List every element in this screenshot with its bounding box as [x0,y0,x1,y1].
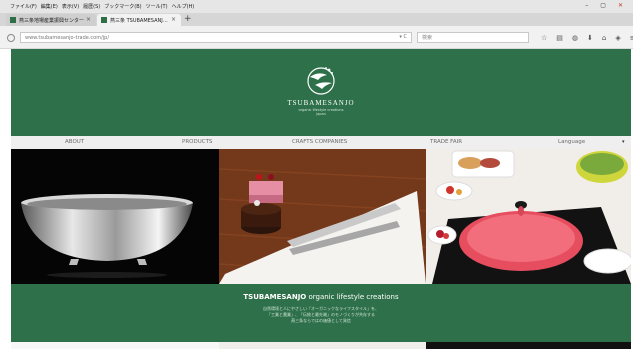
reload-icon[interactable]: ▾ C [399,34,407,40]
caption-line: 燕三条ならではの価値として発信 [291,318,351,323]
tab-close-icon[interactable]: × [171,16,176,23]
menu-edit[interactable]: 編集(E) [41,3,58,10]
navigation-bar: www.tsubamesanjo-trade.com/jp/ ▾ C 検索 ☆ … [0,26,633,49]
minimize-button[interactable]: – [585,2,588,9]
new-tab-button[interactable]: + [184,14,192,25]
language-select[interactable]: Language [558,139,585,145]
maximize-button[interactable]: ▢ [600,2,606,9]
menu-help[interactable]: ヘルプ(H) [172,3,195,10]
menu-bar: ファイル(F) 編集(E) 表示(V) 履歴(S) ブックマーク(B) ツール(… [0,0,633,13]
caption-body: 自然環境と人にやさしい「オーガニックなライフスタイル」を、 「工業と農業」、「伝… [11,306,631,324]
menu-file[interactable]: ファイル(F) [10,3,37,10]
tab-bar: 燕三条地場産業振興センター × 燕三条 TSUBAMESANJ… × + [0,13,633,26]
star-icon[interactable]: ☆ [541,34,547,42]
search-placeholder: 検索 [422,35,433,41]
back-button[interactable] [7,34,15,42]
toolbar-icons: ☆ ▤ ◍ ⬇ ⌂ ◈ ≡ [541,34,633,42]
webpage: TSUBAMESANJO organic lifestyle creations… [11,49,631,349]
pocket-icon[interactable]: ◍ [572,34,578,42]
tab-favicon-icon [10,17,16,23]
caption-title: TSUBAMESANJO organic lifestyle creations [11,293,631,301]
brand-place: japan [316,112,326,116]
menu-history[interactable]: 履歴(S) [83,3,100,10]
photo-stainless-bowl[interactable] [11,149,219,284]
close-window-button[interactable]: ✕ [618,2,623,9]
menu-view[interactable]: 表示(V) [62,3,79,10]
nav-products[interactable]: PRODUCTS [182,139,212,145]
site-navigation: ABOUT PRODUCTS CRAFTS COMPANIES TRADE FA… [11,136,631,149]
caption-title-rest: organic lifestyle creations [306,293,399,301]
tab-tsubamesanjo[interactable]: 燕三条 TSUBAMESANJ… × [97,14,181,26]
next-photo-1[interactable] [11,342,219,349]
window-controls: – ▢ ✕ [585,2,627,9]
tab-label: 燕三条 TSUBAMESANJ… [110,17,168,24]
url-text: www.tsubamesanjo-trade.com/jp/ [25,34,110,41]
nav-crafts-companies[interactable]: CRAFTS COMPANIES [292,139,347,145]
nav-trade-fair[interactable]: TRADE FAIR [430,139,462,145]
home-icon[interactable]: ⌂ [602,34,606,42]
menu-bookmarks[interactable]: ブックマーク(B) [104,3,141,10]
hero-caption: TSUBAMESANJO organic lifestyle creations… [11,284,631,342]
caption-title-brand: TSUBAMESANJO [243,293,307,301]
photo-desserts-tongs[interactable] [219,149,426,284]
nav-about[interactable]: ABOUT [65,139,84,145]
tab-favicon-icon [101,17,107,23]
swallow-logo-icon [307,67,335,95]
photo-red-pot[interactable] [426,149,631,284]
menu-tools[interactable]: ツール(T) [146,3,168,10]
url-bar[interactable]: www.tsubamesanjo-trade.com/jp/ ▾ C [20,32,412,43]
brand-name: TSUBAMESANJO [287,99,355,107]
next-photo-3[interactable] [426,342,631,349]
tab-label: 燕三条地場産業振興センター [19,17,85,24]
download-icon[interactable]: ⬇ [587,34,593,42]
tab-close-icon[interactable]: × [86,16,91,23]
next-photo-2[interactable] [219,342,426,349]
site-logo[interactable]: TSUBAMESANJO organic lifestyle creations… [11,63,631,116]
reading-list-icon[interactable]: ▤ [556,34,563,42]
shield-icon[interactable]: ◈ [615,34,620,42]
chevron-down-icon[interactable]: ▾ [622,139,625,145]
search-bar[interactable]: 検索 [417,32,529,43]
tab-center[interactable]: 燕三条地場産業振興センター × [6,14,96,26]
